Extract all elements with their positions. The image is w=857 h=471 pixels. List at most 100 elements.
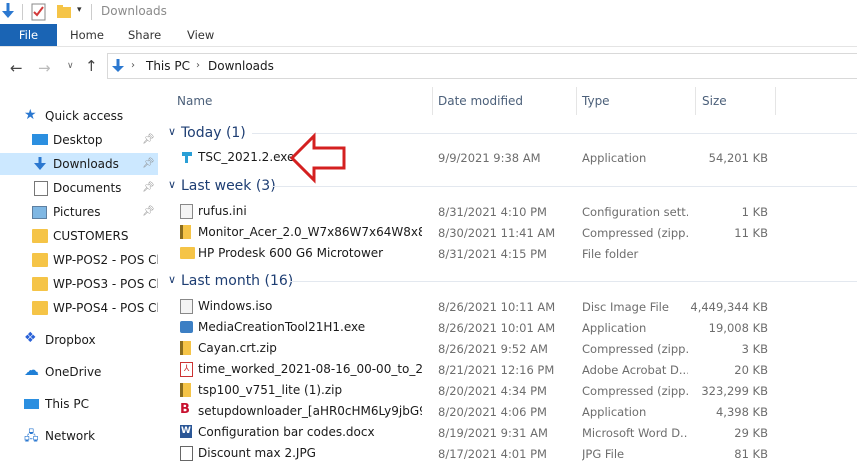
dropbox-icon: ❖ [24, 330, 37, 346]
file-type: Application [582, 321, 647, 335]
column-header-size[interactable]: Size [702, 94, 727, 110]
file-row[interactable]: Discount max 2.JPG 8/17/2021 4:01 PM JPG… [158, 443, 857, 464]
file-date: 8/31/2021 4:10 PM [438, 205, 547, 219]
chevron-down-icon: ∨ [168, 178, 177, 191]
downloads-location-icon [112, 59, 124, 72]
tab-home[interactable]: Home [70, 24, 104, 46]
file-size: 323,299 KB [701, 384, 768, 398]
back-icon[interactable]: ← [10, 59, 23, 77]
file-type: Disc Image File [582, 300, 669, 314]
nav-item-documents[interactable]: Documents 📌︎ [0, 177, 158, 199]
column-divider[interactable] [576, 87, 577, 115]
file-name: Windows.iso [198, 299, 273, 313]
zip-icon [180, 383, 191, 397]
nav-item-customers[interactable]: CUSTOMERS [0, 225, 158, 247]
nav-this-pc[interactable]: This PC [0, 393, 158, 415]
onedrive-icon: ☁ [24, 361, 39, 379]
file-list: Name Date modified Type Size ∨ Today (1)… [158, 87, 857, 471]
file-name: rufus.ini [198, 204, 247, 218]
quick-access-down-arrow-icon[interactable] [1, 2, 15, 20]
file-type: Compressed (zipp... [582, 384, 688, 398]
group-header-last-month[interactable]: ∨ Last month (16) [158, 271, 857, 291]
file-row[interactable]: ⅄ time_worked_2021-08-16_00-00_to_2021-.… [158, 359, 857, 380]
file-row[interactable]: MediaCreationTool21H1.exe 8/26/2021 10:0… [158, 317, 857, 338]
tab-file[interactable]: File [0, 24, 57, 46]
pictures-icon [32, 206, 47, 219]
file-size: 20 KB [734, 363, 768, 377]
nav-network[interactable]: 🖧︎ Network [0, 425, 158, 447]
file-date: 8/20/2021 4:06 PM [438, 405, 547, 419]
file-row[interactable]: tsp100_v751_lite (1).zip 8/20/2021 4:34 … [158, 380, 857, 401]
nav-item-downloads[interactable]: Downloads 📌︎ [0, 153, 158, 175]
forward-icon[interactable]: → [38, 59, 51, 77]
column-divider[interactable] [775, 87, 776, 115]
nav-quick-access[interactable]: ★ Quick access [0, 105, 158, 127]
address-bar[interactable]: › This PC › Downloads [107, 53, 857, 79]
column-header-name[interactable]: Name [177, 94, 212, 110]
downloads-icon [34, 157, 46, 170]
file-name: HP Prodesk 600 G6 Microtower [198, 246, 384, 260]
pin-icon: 📌︎ [142, 158, 155, 169]
file-date: 8/20/2021 4:34 PM [438, 384, 547, 398]
column-header-type[interactable]: Type [582, 94, 610, 110]
title-bar: ▾ Downloads [0, 0, 857, 24]
new-folder-icon[interactable] [56, 4, 72, 20]
group-header-today[interactable]: ∨ Today (1) [158, 123, 857, 143]
image-file-icon [180, 446, 193, 461]
tab-view[interactable]: View [187, 24, 214, 46]
file-row[interactable]: B setupdownloader_[aHR0cHM6Ly9jbG91Z... … [158, 401, 857, 422]
file-type: Microsoft Word D... [582, 426, 688, 440]
tab-share[interactable]: Share [128, 24, 161, 46]
file-size: 3 KB [741, 342, 768, 356]
file-date: 8/26/2021 10:11 AM [438, 300, 556, 314]
file-row[interactable]: Windows.iso 8/26/2021 10:11 AM Disc Imag… [158, 296, 857, 317]
file-size: 4,449,344 KB [690, 300, 768, 314]
file-name: tsp100_v751_lite (1).zip [198, 383, 343, 397]
file-size: 4,398 KB [715, 405, 768, 419]
desktop-icon [32, 134, 48, 145]
properties-icon[interactable] [31, 3, 47, 21]
b-app-icon: B [180, 402, 190, 417]
nav-label: Dropbox [45, 333, 96, 347]
file-row[interactable]: Monitor_Acer_2.0_W7x86W7x64W8x86W... 8/3… [158, 222, 857, 243]
chevron-down-icon: ∨ [168, 125, 177, 138]
file-date: 9/9/2021 9:38 AM [438, 151, 541, 165]
file-row[interactable]: W Configuration bar codes.docx 8/19/2021… [158, 422, 857, 443]
nav-item-pictures[interactable]: Pictures 📌︎ [0, 201, 158, 223]
file-row[interactable]: HP Prodesk 600 G6 Microtower 8/31/2021 4… [158, 243, 857, 264]
recent-locations-icon[interactable]: ∨ [67, 61, 74, 71]
column-divider[interactable] [695, 87, 696, 115]
nav-label: Quick access [45, 109, 124, 123]
customize-toolbar-icon[interactable]: ▾ [77, 5, 82, 15]
file-date: 8/30/2021 11:41 AM [438, 226, 556, 240]
file-type: JPG File [582, 447, 625, 461]
nav-item-wp-pos2[interactable]: WP-POS2 - POS Cli [0, 249, 158, 271]
file-date: 8/17/2021 4:01 PM [438, 447, 547, 461]
file-row[interactable]: Cayan.crt.zip 8/26/2021 9:52 AM Compress… [158, 338, 857, 359]
file-row[interactable]: TSC_2021.2.exe 9/9/2021 9:38 AM Applicat… [158, 147, 857, 168]
breadcrumb-this-pc[interactable]: This PC [146, 59, 190, 73]
file-type: Configuration sett... [582, 205, 688, 219]
breadcrumb-downloads[interactable]: Downloads [208, 59, 274, 73]
file-type: Compressed (zipp... [582, 226, 688, 240]
nav-dropbox[interactable]: ❖ Dropbox [0, 329, 158, 351]
nav-item-desktop[interactable]: Desktop 📌︎ [0, 129, 158, 151]
group-label: Today (1) [181, 125, 246, 141]
file-name: Monitor_Acer_2.0_W7x86W7x64W8x86W... [198, 225, 422, 239]
nav-item-wp-pos4[interactable]: WP-POS4 - POS Cli [0, 297, 158, 319]
file-row[interactable]: rufus.ini 8/31/2021 4:10 PM Configuratio… [158, 201, 857, 222]
column-header-date[interactable]: Date modified [438, 94, 523, 110]
file-name: Configuration bar codes.docx [198, 425, 375, 439]
up-icon[interactable]: ↑ [85, 57, 98, 75]
file-size: 11 KB [734, 226, 768, 240]
nav-label: WP-POS2 - POS Cli [53, 253, 158, 267]
media-tool-icon [180, 321, 193, 333]
nav-label: WP-POS4 - POS Cli [53, 301, 158, 315]
nav-onedrive[interactable]: ☁ OneDrive [0, 361, 158, 383]
nav-item-wp-pos3[interactable]: WP-POS3 - POS Cli [0, 273, 158, 295]
folder-icon [32, 301, 48, 315]
documents-icon [34, 181, 48, 196]
zip-icon [180, 225, 191, 239]
group-header-last-week[interactable]: ∨ Last week (3) [158, 176, 857, 196]
column-divider[interactable] [432, 87, 433, 115]
